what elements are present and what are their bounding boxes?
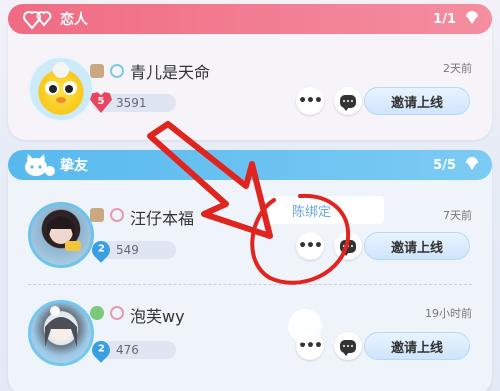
friends-header[interactable]: 挚友 5/5: [8, 150, 492, 180]
last-online: 2天前: [443, 62, 472, 75]
divider: [28, 284, 472, 285]
level-heart-badge: 5: [90, 92, 112, 113]
invite-online-button[interactable]: 邀请上线: [364, 232, 470, 260]
unbind-popup[interactable]: 陈绑定: [266, 196, 384, 224]
touch-indicator: [288, 309, 322, 343]
caret-down-icon[interactable]: [466, 156, 478, 170]
chat-bubble-icon: [340, 239, 356, 256]
last-online: 19小时前: [425, 307, 472, 320]
chat-bubble-icon: [340, 94, 356, 111]
more-button[interactable]: •••: [296, 232, 324, 260]
chat-button[interactable]: [334, 332, 362, 360]
lovers-title: 恋人: [60, 12, 88, 28]
friends-count: 5/5: [433, 157, 456, 173]
lovers-header[interactable]: 恋人 1/1: [8, 4, 492, 34]
intimacy-score: 2 476: [88, 337, 176, 363]
avatar[interactable]: [28, 202, 94, 268]
ring-icon: [110, 64, 124, 78]
friend-name: 青儿是天命: [130, 63, 211, 82]
avatar[interactable]: [28, 56, 94, 122]
list-item[interactable]: 泡芙wy 19小时前 2 476 ••• 邀请上线: [8, 296, 492, 372]
more-button[interactable]: •••: [296, 87, 324, 115]
cat-icon: [22, 152, 56, 178]
avatar[interactable]: [28, 300, 94, 366]
hearts-icon: [22, 6, 56, 32]
more-dots-icon: •••: [298, 93, 323, 109]
friend-name: 泡芙wy: [130, 307, 185, 326]
last-online: 7天前: [443, 209, 472, 222]
plant-icon: [90, 306, 104, 320]
chat-button[interactable]: [334, 232, 362, 260]
score-value: 3591: [116, 96, 147, 110]
caret-down-icon[interactable]: [466, 10, 478, 24]
lovers-count: 1/1: [433, 11, 456, 27]
ring-icon: [110, 208, 124, 222]
intimacy-score: 5 3591: [90, 92, 176, 113]
friends-title: 挚友: [60, 158, 88, 174]
score-value: 549: [116, 243, 139, 257]
gift-box-icon: [90, 208, 104, 222]
intimacy-score: 2 549: [88, 237, 176, 263]
friend-name: 汪仔本福: [130, 209, 195, 228]
invite-online-button[interactable]: 邀请上线: [364, 87, 470, 115]
chat-button[interactable]: [334, 87, 362, 115]
list-item[interactable]: 青儿是天命 2天前 5 3591 ••• 邀请上线: [8, 52, 492, 128]
more-dots-icon: •••: [298, 238, 323, 254]
ring-icon: [110, 306, 124, 320]
gift-box-icon: [90, 64, 104, 78]
chat-bubble-icon: [340, 339, 356, 356]
invite-online-button[interactable]: 邀请上线: [364, 332, 470, 360]
score-value: 476: [116, 343, 139, 357]
list-item[interactable]: 汪仔本福 7天前 2 549 ••• 邀请上线: [8, 198, 492, 274]
